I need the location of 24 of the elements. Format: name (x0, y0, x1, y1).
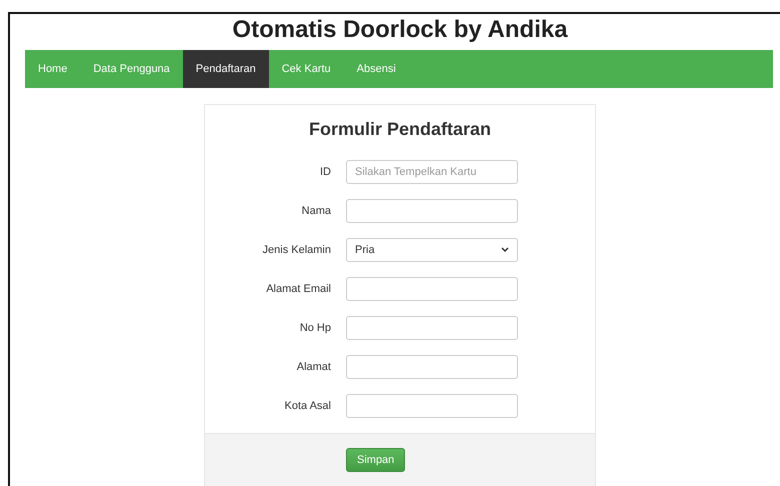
input-field[interactable] (346, 316, 518, 340)
field-label: No Hp (298, 322, 331, 334)
input-field[interactable]: Silakan Tempelkan Kartu (346, 160, 518, 184)
field-label: Alamat Email (265, 283, 331, 295)
nav-link[interactable]: Home (25, 50, 80, 88)
input-field[interactable] (346, 277, 518, 301)
input-field[interactable] (346, 355, 518, 379)
select-value: Pria (355, 244, 375, 256)
input-field[interactable] (346, 394, 518, 418)
chevron-down-icon (501, 247, 509, 253)
field-label: Nama (300, 205, 331, 217)
field-label: Kota Asal (284, 400, 331, 412)
nav-link[interactable]: Absensi (344, 50, 409, 88)
field-label: Alamat (296, 361, 331, 373)
nav-link[interactable]: Cek Kartu (268, 50, 344, 88)
form-title: Formulir Pendaftaran (308, 119, 492, 140)
field-label: Jenis Kelamin (262, 244, 331, 256)
save-button[interactable]: Simpan (346, 448, 406, 472)
nav-link[interactable]: Pendaftaran (182, 50, 269, 88)
input-field[interactable] (346, 199, 518, 223)
select-field[interactable]: Pria (346, 238, 518, 262)
field-label: ID (319, 166, 331, 178)
page-title: Otomatis Doorlock by Andika (231, 15, 569, 45)
nav-link[interactable]: Data Pengguna (80, 50, 183, 88)
